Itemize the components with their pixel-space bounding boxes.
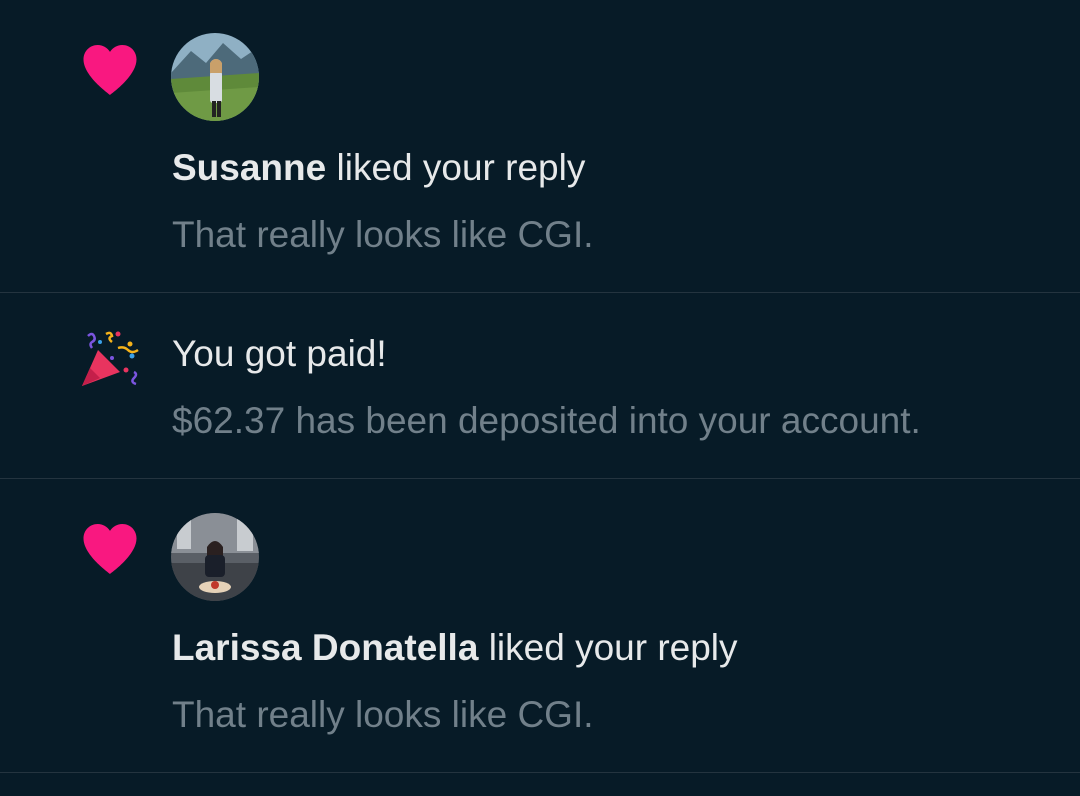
notification-like-susanne[interactable]: Susanne liked your reply That really loo… [0,0,1080,292]
action-text: liked your reply [336,147,586,188]
user-name[interactable]: Susanne [172,147,326,188]
notification-payment[interactable]: You got paid! $62.37 has been deposited … [0,293,1080,478]
party-popper-icon [82,331,139,386]
notification-headline: Larissa Donatella liked your reply [172,626,738,670]
notification-like-larissa[interactable]: Larissa Donatella liked your reply That … [0,479,1080,772]
divider [0,772,1080,773]
avatar[interactable] [171,33,259,121]
notifications-feed: Susanne liked your reply That really loo… [0,0,1080,796]
heart-icon [83,523,137,575]
payment-description: $62.37 has been deposited into your acco… [172,400,921,441]
avatar[interactable] [171,513,259,601]
avatar-photo-larissa [171,513,259,601]
avatar-photo-susanne [171,33,259,121]
heart-icon [83,44,137,96]
reply-preview: That really looks like CGI. [172,694,594,735]
notification-headline: Susanne liked your reply [172,146,585,190]
action-text: liked your reply [488,627,738,668]
payment-title: You got paid! [172,333,387,374]
reply-preview: That really looks like CGI. [172,214,594,255]
user-name[interactable]: Larissa Donatella [172,627,478,668]
